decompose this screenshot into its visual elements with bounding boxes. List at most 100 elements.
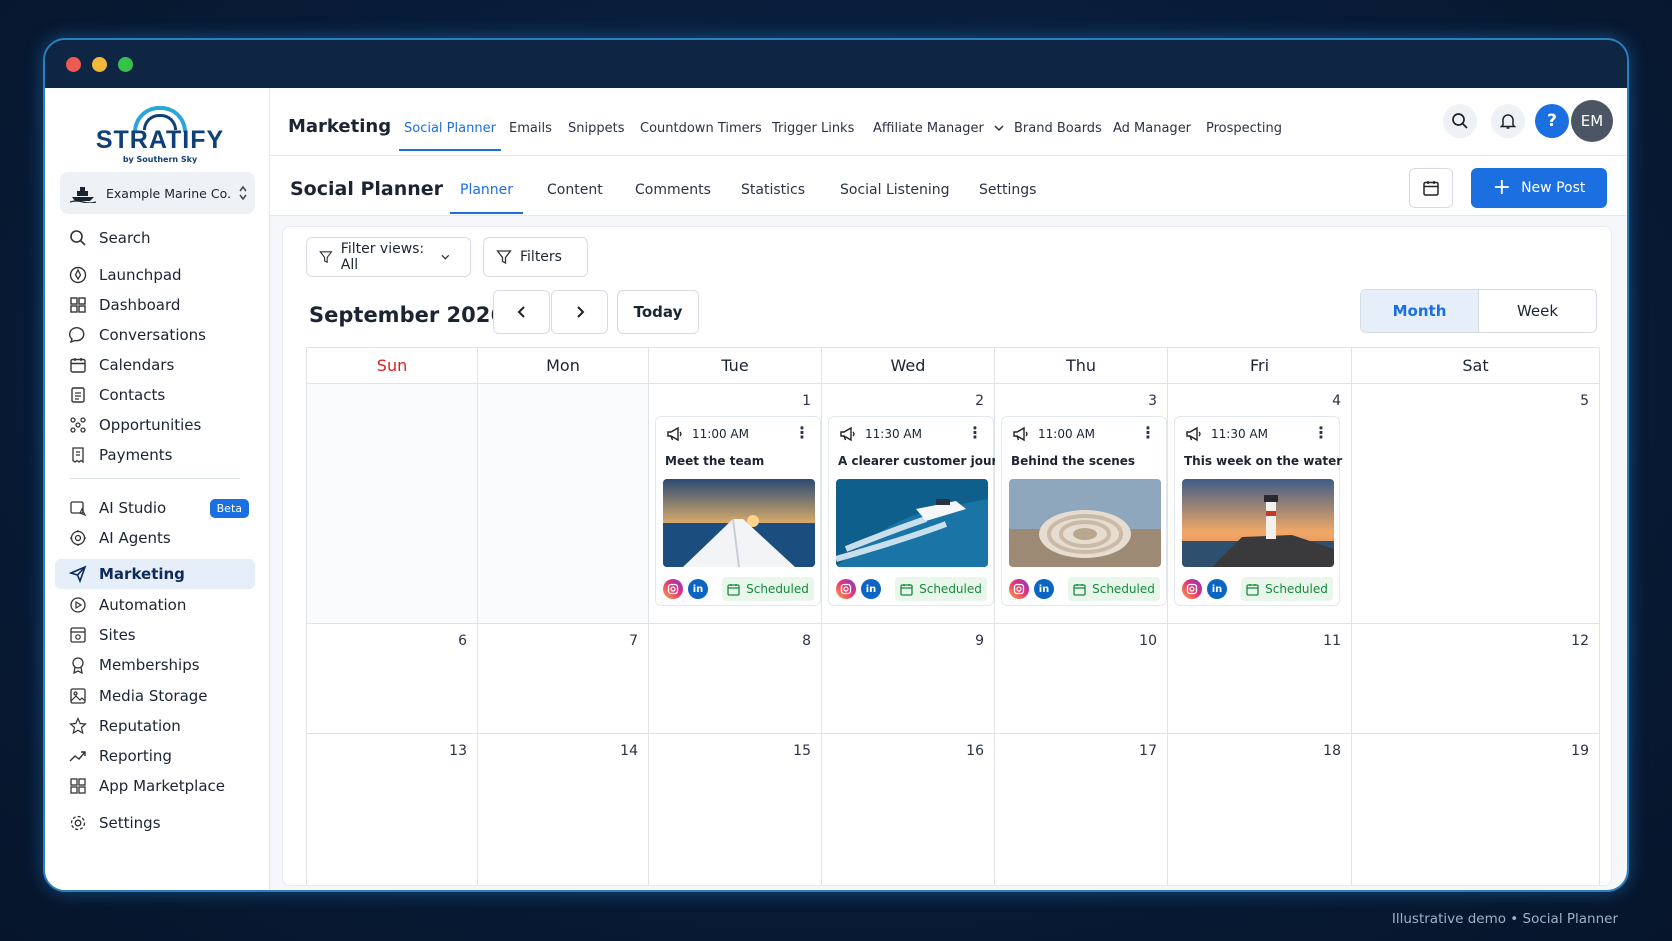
calendar-day-cell[interactable]: 4 11:30 AM ⋮ This week on the water in Schedu… — [1168, 384, 1352, 624]
account-switcher[interactable]: Example Marine Co. — [60, 172, 255, 214]
topnav-social-planner[interactable]: Social Planner — [399, 121, 501, 151]
calendar-day-cell[interactable]: 3 11:00 AM ⋮ Behind the scenes in Scheduled — [995, 384, 1168, 624]
tab-social-listening[interactable]: Social Listening — [840, 182, 950, 198]
calendar-day-cell[interactable]: 15 — [649, 734, 822, 885]
sidebar-item-label: Calendars — [99, 356, 175, 374]
week-view-button[interactable]: Week — [1479, 290, 1596, 332]
maximize-window-button[interactable] — [118, 57, 133, 72]
megaphone-icon — [1186, 426, 1201, 442]
sidebar-item-conversations[interactable]: Conversations — [55, 320, 255, 350]
topnav-snippets[interactable]: Snippets — [568, 121, 624, 136]
tab-settings[interactable]: Settings — [979, 182, 1036, 198]
topnav-trigger-links[interactable]: Trigger Links — [772, 121, 854, 136]
notifications-button[interactable] — [1491, 104, 1525, 138]
more-options-icon[interactable]: ⋮ — [1140, 425, 1156, 441]
calendar-day-cell[interactable] — [307, 384, 478, 624]
filter-icon — [319, 251, 333, 264]
sidebar-item-reporting[interactable]: Reporting — [55, 741, 255, 771]
post-image-speedboat-wake[interactable] — [836, 479, 988, 567]
tab-planner[interactable]: Planner — [449, 182, 524, 214]
global-search-button[interactable] — [1443, 104, 1477, 138]
sidebar-item-label: Memberships — [99, 656, 200, 674]
sidebar-item-ai-agents[interactable]: AI Agents — [55, 523, 255, 553]
calendar-day-cell[interactable]: 11 — [1168, 624, 1352, 734]
sidebar-item-launchpad[interactable]: Launchpad — [55, 260, 255, 290]
calendar-day-cell[interactable] — [478, 384, 649, 624]
sidebar-item-contacts[interactable]: Contacts — [55, 380, 255, 410]
sidebar-item-payments[interactable]: Payments — [55, 440, 255, 470]
topnav-prospecting[interactable]: Prospecting — [1206, 121, 1282, 136]
account-name: Example Marine Co. — [106, 185, 231, 201]
calendar-day-cell[interactable]: 14 — [478, 734, 649, 885]
sidebar-item-app-marketplace[interactable]: App Marketplace — [55, 771, 255, 801]
sidebar-item-search[interactable]: Search — [55, 223, 255, 253]
minimize-window-button[interactable] — [92, 57, 107, 72]
post-card[interactable]: 11:00 AM ⋮ Behind the scenes in Scheduled — [1001, 416, 1167, 606]
ai-studio-icon — [70, 501, 87, 517]
help-button[interactable]: ? — [1535, 104, 1569, 138]
topnav-brand-boards[interactable]: Brand Boards — [1014, 121, 1102, 136]
tab-comments[interactable]: Comments — [635, 182, 711, 198]
calendar-day-cell[interactable]: 18 — [1168, 734, 1352, 885]
calendar-day-cell[interactable]: 1 11:00 AM ⋮ Meet the team in Scheduled — [649, 384, 822, 624]
tab-statistics[interactable]: Statistics — [741, 182, 805, 198]
close-window-button[interactable] — [66, 57, 81, 72]
post-image-lighthouse-sunset[interactable] — [1182, 479, 1334, 567]
sidebar-item-memberships[interactable]: Memberships — [55, 650, 255, 680]
sidebar-item-label: Opportunities — [99, 416, 202, 434]
sidebar-item-opportunities[interactable]: Opportunities — [55, 410, 255, 440]
calendar-day-cell[interactable]: 13 — [307, 734, 478, 885]
sidebar-item-settings[interactable]: Settings — [55, 808, 255, 838]
status-label: Scheduled — [919, 582, 982, 596]
tab-content[interactable]: Content — [547, 182, 603, 198]
post-image-yacht-bow-sunset[interactable] — [663, 479, 815, 567]
sidebar-item-label: Sites — [99, 626, 136, 644]
topnav-countdown-timers[interactable]: Countdown Timers — [640, 121, 762, 136]
sidebar-item-dashboard[interactable]: Dashboard — [55, 290, 255, 320]
post-card[interactable]: 11:30 AM ⋮ A clearer customer journey in Sch… — [828, 416, 1022, 606]
more-options-icon[interactable]: ⋮ — [1313, 425, 1329, 441]
post-image-coiled-rope-dock[interactable] — [1009, 479, 1161, 567]
more-options-icon[interactable]: ⋮ — [967, 425, 983, 441]
calendar-day-cell[interactable]: 16 — [822, 734, 995, 885]
calendar-picker-button[interactable] — [1409, 168, 1453, 208]
image-icon — [70, 688, 86, 704]
calendar-day-cell[interactable]: 2 11:30 AM ⋮ A clearer customer journey in Sc… — [822, 384, 1022, 624]
page-title: Social Planner — [290, 178, 444, 200]
sidebar-item-ai-studio[interactable]: AI Studio Beta — [55, 493, 255, 523]
calendar-day-cell[interactable]: 8 — [649, 624, 822, 734]
calendar-day-cell[interactable]: 12 — [1352, 624, 1600, 734]
next-month-button[interactable] — [551, 290, 608, 334]
sidebar-item-label: AI Agents — [99, 529, 171, 547]
logo[interactable]: STRATIFY by Southern Sky — [95, 102, 225, 164]
post-title: Meet the team — [665, 454, 765, 468]
sidebar-item-marketing[interactable]: Marketing — [55, 559, 255, 589]
calendar-day-cell[interactable]: 17 — [995, 734, 1168, 885]
calendar-day-cell[interactable]: 10 — [995, 624, 1168, 734]
user-avatar[interactable]: EM — [1571, 100, 1613, 142]
sub-nav: Social Planner Planner Content Comments … — [270, 156, 1627, 216]
sidebar-item-reputation[interactable]: Reputation — [55, 711, 255, 741]
new-post-button[interactable]: + New Post — [1471, 168, 1607, 208]
calendar-day-cell[interactable]: 7 — [478, 624, 649, 734]
calendar-day-cell[interactable]: 19 — [1352, 734, 1600, 885]
calendar-day-cell[interactable]: 5 — [1352, 384, 1600, 624]
sidebar-item-media-storage[interactable]: Media Storage — [55, 681, 255, 711]
filter-views-dropdown[interactable]: Filter views: All — [306, 237, 471, 277]
post-card[interactable]: 11:30 AM ⋮ This week on the water in Schedul… — [1174, 416, 1342, 606]
status-label: Scheduled — [1265, 582, 1328, 596]
filters-button[interactable]: Filters — [483, 237, 588, 277]
sidebar-item-automation[interactable]: Automation — [55, 590, 255, 620]
topnav-ad-manager[interactable]: Ad Manager — [1113, 121, 1191, 136]
calendar-day-cell[interactable]: 9 — [822, 624, 995, 734]
post-card[interactable]: 11:00 AM ⋮ Meet the team in Scheduled — [655, 416, 821, 606]
sidebar-item-calendars[interactable]: Calendars — [55, 350, 255, 380]
topnav-affiliate-manager[interactable]: Affiliate Manager — [873, 121, 1004, 136]
sidebar-item-sites[interactable]: Sites — [55, 620, 255, 650]
topnav-emails[interactable]: Emails — [509, 121, 552, 136]
more-options-icon[interactable]: ⋮ — [794, 425, 810, 441]
today-button[interactable]: Today — [617, 290, 699, 334]
calendar-day-cell[interactable]: 6 — [307, 624, 478, 734]
month-view-button[interactable]: Month — [1361, 290, 1479, 332]
prev-month-button[interactable] — [493, 290, 550, 334]
